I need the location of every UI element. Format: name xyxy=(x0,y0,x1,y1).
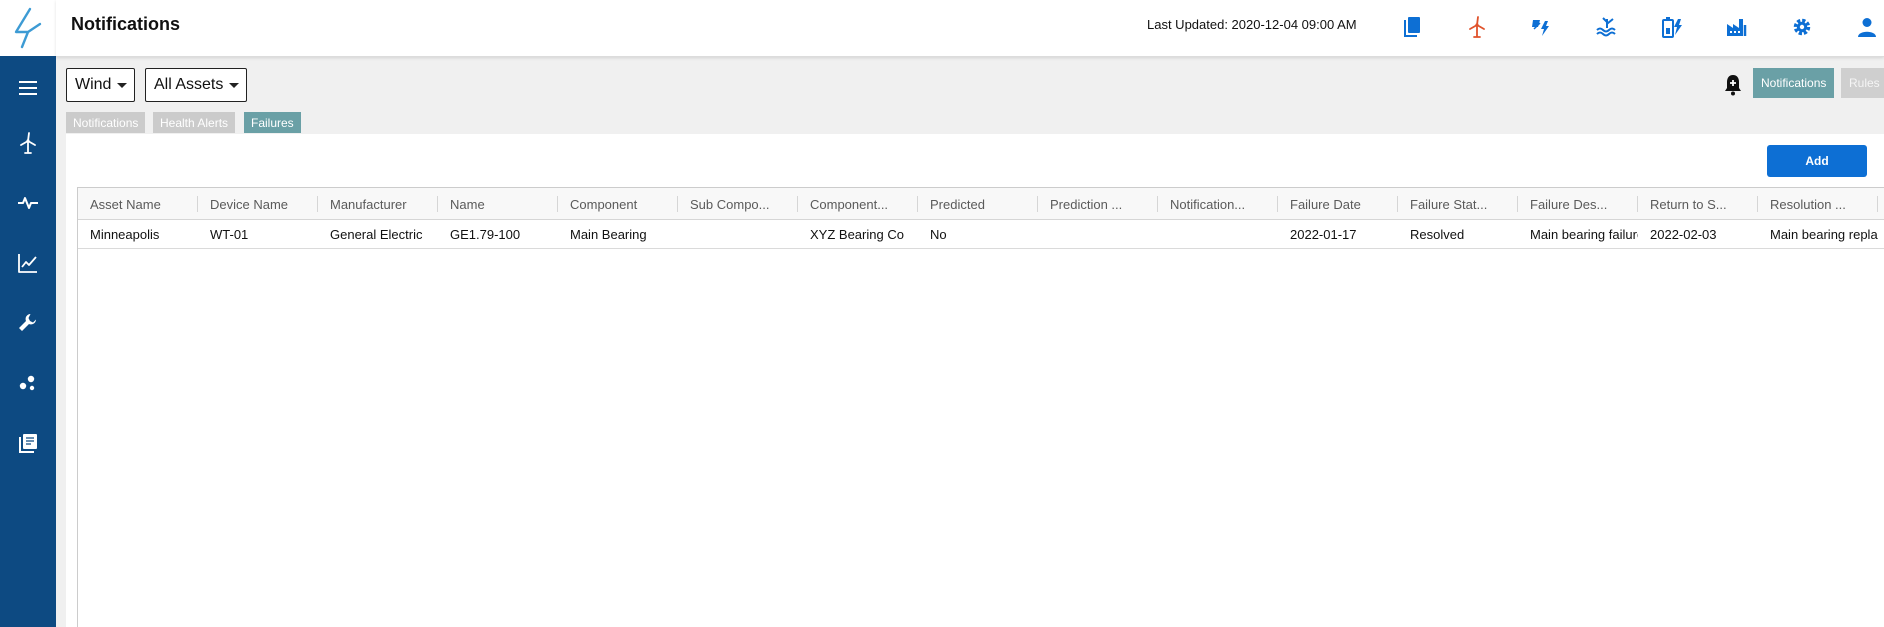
table-cell: Main Bearing xyxy=(570,226,647,242)
wind-button[interactable] xyxy=(1462,12,1492,42)
add-button[interactable]: Add xyxy=(1767,145,1867,177)
user-account-button[interactable] xyxy=(1852,12,1882,42)
lightning-logo-icon xyxy=(14,7,42,49)
storage-button[interactable] xyxy=(1657,12,1687,42)
column-header[interactable]: Failure Des... xyxy=(1518,188,1638,220)
failures-table: Asset Name Device Name Manufacturer Name Com… xyxy=(77,187,1884,627)
top-bar: Notifications Last Updated: 2020-12-04 0… xyxy=(56,0,1884,57)
last-updated-text: Last Updated: 2020-12-04 09:00 AM xyxy=(1147,17,1357,32)
column-header[interactable]: Failure Stat... xyxy=(1398,188,1518,220)
table-cell: Main bearing failure xyxy=(1530,226,1638,242)
table-cell xyxy=(1038,220,1158,248)
caret-down-icon xyxy=(229,82,240,88)
sidebar-item-library[interactable] xyxy=(8,423,48,463)
table-header: Asset Name Device Name Manufacturer Name Com… xyxy=(78,188,1884,220)
trend-chart-icon xyxy=(18,254,37,273)
menu-icon xyxy=(19,81,37,95)
column-header[interactable]: Sub Compo... xyxy=(678,188,798,220)
tab-failures[interactable]: Failures xyxy=(244,112,301,133)
reports-icon xyxy=(1404,17,1420,37)
sidebar-item-wind[interactable] xyxy=(8,123,48,163)
tab-notifications[interactable]: Notifications xyxy=(66,112,146,133)
add-notification-button[interactable] xyxy=(1716,68,1750,102)
table-cell: General Electric xyxy=(330,226,423,242)
technology-dropdown-value: Wind xyxy=(75,76,112,93)
factory-icon xyxy=(1727,19,1747,36)
sidebar-menu-button[interactable] xyxy=(8,68,48,108)
content-area: Wind All Assets Notifications Rules Noti… xyxy=(56,57,1884,627)
table-cell xyxy=(1158,220,1278,248)
wrench-icon xyxy=(19,314,36,331)
sidebar xyxy=(0,0,56,627)
table-cell: Minneapolis xyxy=(90,226,160,242)
table-cell: Main bearing replaced xyxy=(1770,226,1878,242)
table-cell: GE1.79-100 xyxy=(450,226,521,242)
table-row[interactable]: Minneapolis WT-01 General Electric GE1.79-1… xyxy=(78,220,1884,249)
column-header[interactable]: Resolution ... xyxy=(1758,188,1878,220)
view-toggle-rules[interactable]: Rules xyxy=(1841,68,1884,98)
wind-turbine-icon xyxy=(20,132,36,154)
column-header[interactable]: Device Name xyxy=(198,188,318,220)
settings-button[interactable] xyxy=(1787,12,1817,42)
column-header[interactable]: Prediction ... xyxy=(1038,188,1158,220)
table-cell: Resolved xyxy=(1410,226,1465,242)
tab-health-alerts[interactable]: Health Alerts xyxy=(153,112,236,133)
settings-gear-icon xyxy=(1793,18,1811,36)
solar-power-icon xyxy=(1532,20,1549,36)
column-header[interactable]: Asset Name xyxy=(78,188,198,220)
table-cell: 2022-01-17 xyxy=(1290,226,1357,242)
table-cell: No xyxy=(930,226,947,242)
sidebar-item-health[interactable] xyxy=(8,183,48,223)
hydro-icon xyxy=(1596,17,1616,37)
hydro-button[interactable] xyxy=(1592,12,1622,42)
table-cell: XYZ Bearing Co xyxy=(810,226,904,242)
solar-button[interactable] xyxy=(1527,12,1557,42)
sidebar-item-analytics[interactable] xyxy=(8,243,48,283)
page-title: Notifications xyxy=(71,14,181,34)
battery-storage-icon xyxy=(1662,17,1682,38)
column-header[interactable]: Manufacturer xyxy=(318,188,438,220)
caret-down-icon xyxy=(117,82,128,88)
user-account-icon xyxy=(1858,18,1876,37)
table-cell: 2022-02-03 xyxy=(1650,226,1717,242)
assets-dropdown-value: All Assets xyxy=(154,76,224,93)
scatter-dots-icon xyxy=(19,375,35,391)
table-cell: WT-01 xyxy=(210,226,249,242)
column-header[interactable]: Name xyxy=(438,188,558,220)
technology-dropdown[interactable]: Wind xyxy=(66,68,135,102)
bell-plus-icon xyxy=(1725,75,1741,96)
column-header[interactable]: Component xyxy=(558,188,678,220)
column-header[interactable]: Failure Date xyxy=(1278,188,1398,220)
view-toggle-notifications[interactable]: Notifications xyxy=(1753,68,1835,98)
assets-dropdown[interactable]: All Assets xyxy=(145,68,247,102)
column-header[interactable]: Return to S... xyxy=(1638,188,1758,220)
table-cell xyxy=(678,220,798,248)
wind-turbine-icon xyxy=(1469,16,1485,38)
library-icon xyxy=(19,434,37,453)
plants-button[interactable] xyxy=(1722,12,1752,42)
column-header[interactable]: Component... xyxy=(798,188,918,220)
column-header[interactable]: Notification... xyxy=(1158,188,1278,220)
sidebar-item-maintenance[interactable] xyxy=(8,303,48,343)
pulse-icon xyxy=(18,197,38,209)
reports-button[interactable] xyxy=(1397,12,1427,42)
app-logo[interactable] xyxy=(0,0,56,56)
column-header[interactable]: Predicted xyxy=(918,188,1038,220)
app-root: Notifications Last Updated: 2020-12-04 0… xyxy=(0,0,1884,627)
sidebar-item-clusters[interactable] xyxy=(8,363,48,403)
